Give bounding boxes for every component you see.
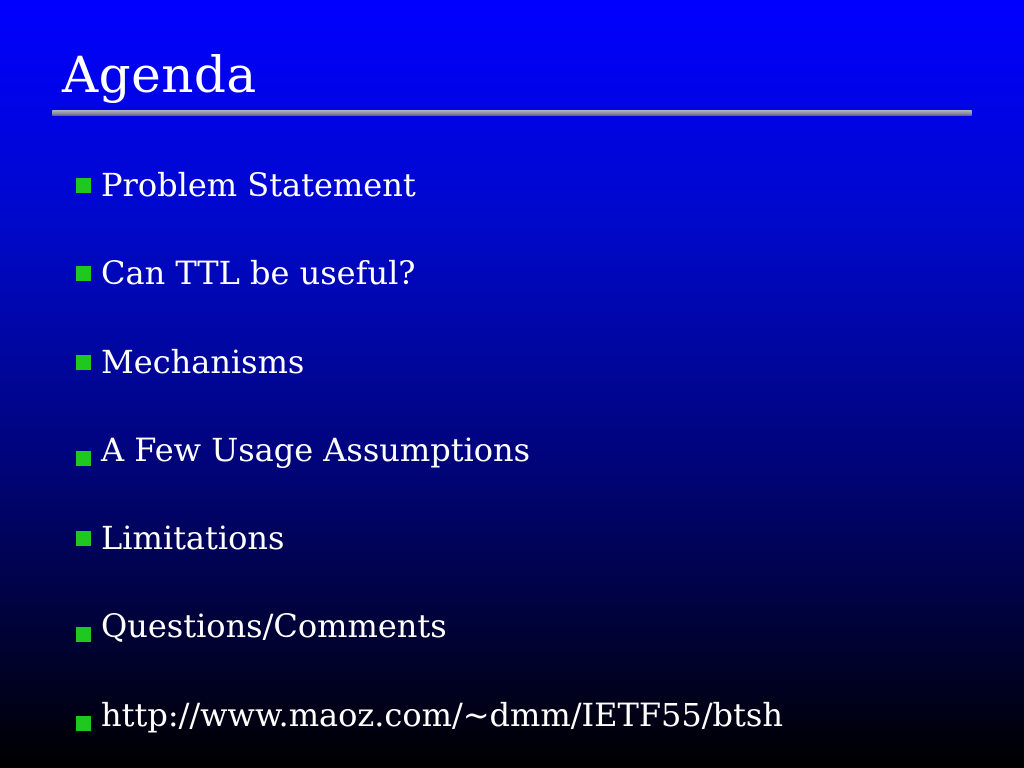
slide: Agenda Problem Statement Can TTL be usef… [0,0,1024,768]
agenda-item: Limitations [76,515,783,603]
bullet-square-icon [76,266,91,282]
agenda-url-link[interactable]: http://www.maoz.com/~dmm/IETF55/btsh [101,692,783,738]
agenda-item: Questions/Comments [76,603,783,691]
slide-title: Agenda [62,46,257,104]
agenda-item: A Few Usage Assumptions [76,427,783,515]
bullet-square-icon [76,531,91,547]
agenda-item-text: Problem Statement [101,166,416,204]
agenda-item-text: Mechanisms [101,342,305,381]
agenda-item-text: Questions/Comments [101,607,447,646]
agenda-item: Problem Statement [76,162,783,250]
bullet-square-icon [76,450,91,466]
agenda-list: Problem Statement Can TTL be useful? Mec… [76,162,783,768]
agenda-item-link[interactable]: http://www.maoz.com/~dmm/IETF55/btsh [76,692,783,768]
agenda-item-text: A Few Usage Assumptions [101,430,531,469]
bullet-square-icon [76,715,91,731]
title-divider [52,110,972,116]
bullet-square-icon [76,178,91,193]
bullet-square-icon [76,354,91,370]
agenda-item-text: Limitations [101,519,285,558]
agenda-item: Mechanisms [76,339,783,427]
bullet-square-icon [76,627,91,643]
agenda-item-text: Can TTL be useful? [101,254,416,293]
agenda-item: Can TTL be useful? [76,250,783,338]
